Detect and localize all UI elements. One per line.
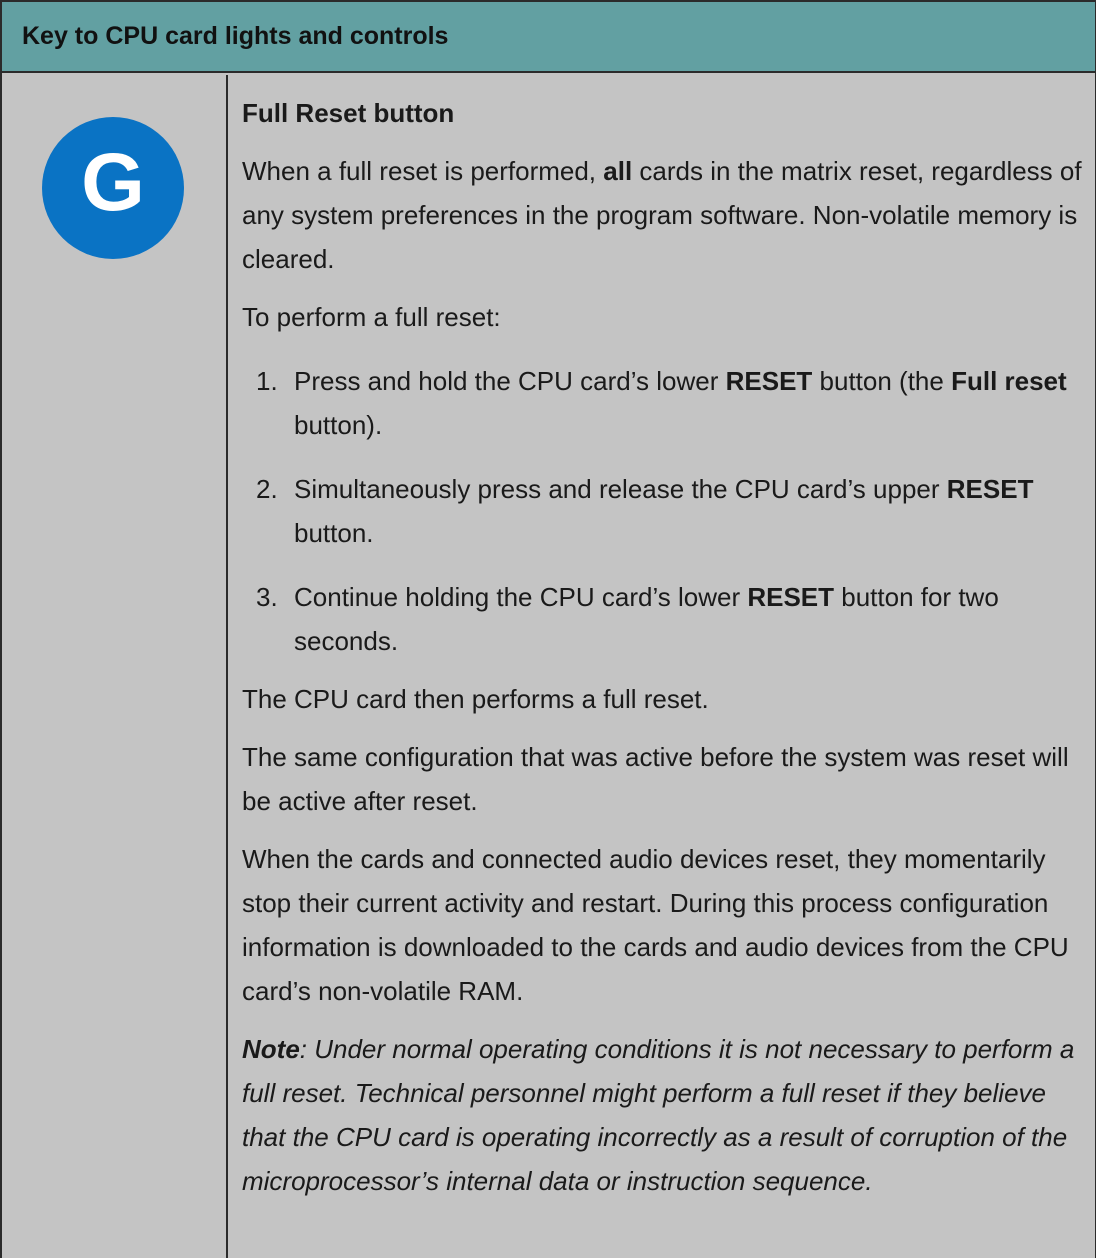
step-text: Press and hold the CPU card’s lower RESE… xyxy=(294,366,1067,440)
intro-bold: all xyxy=(603,156,633,186)
intro-paragraph: When a full reset is performed, all card… xyxy=(242,149,1095,281)
lead-paragraph: To perform a full reset: xyxy=(242,302,501,332)
key-table: Key to CPU card lights and controls G Fu… xyxy=(0,0,1096,1258)
step-number: 3. xyxy=(256,582,278,612)
g-badge-icon: G xyxy=(42,117,184,259)
section-title: Full Reset button xyxy=(242,98,455,128)
steps-list: 1. Press and hold the CPU card’s lower R… xyxy=(242,359,1095,663)
step-text: Continue holding the CPU card’s lower RE… xyxy=(294,582,999,656)
config-paragraph: The same configuration that was active b… xyxy=(242,742,1069,816)
note-paragraph: Note: Under normal operating conditions … xyxy=(242,1027,1095,1203)
list-item: 1. Press and hold the CPU card’s lower R… xyxy=(242,359,1095,447)
table-header: Key to CPU card lights and controls xyxy=(2,2,1095,73)
note-text: : Under normal operating conditions it i… xyxy=(242,1034,1075,1196)
note-label: Note xyxy=(242,1034,300,1064)
result-paragraph: The CPU card then performs a full reset. xyxy=(242,684,709,714)
intro-text-before: When a full reset is performed, xyxy=(242,156,604,186)
badge-letter: G xyxy=(81,137,145,228)
step-number: 2. xyxy=(256,474,278,504)
table-title: Key to CPU card lights and controls xyxy=(22,22,449,50)
list-item: 3. Continue holding the CPU card’s lower… xyxy=(242,575,1095,663)
icon-cell: G xyxy=(2,75,228,1258)
step-text: Simultaneously press and release the CPU… xyxy=(294,474,1034,548)
restart-paragraph: When the cards and connected audio devic… xyxy=(242,844,1069,1006)
table-row: G Full Reset button When a full reset is… xyxy=(2,75,1095,1258)
step-number: 1. xyxy=(256,366,278,396)
content-cell: Full Reset button When a full reset is p… xyxy=(228,75,1095,1258)
list-item: 2. Simultaneously press and release the … xyxy=(242,467,1095,555)
